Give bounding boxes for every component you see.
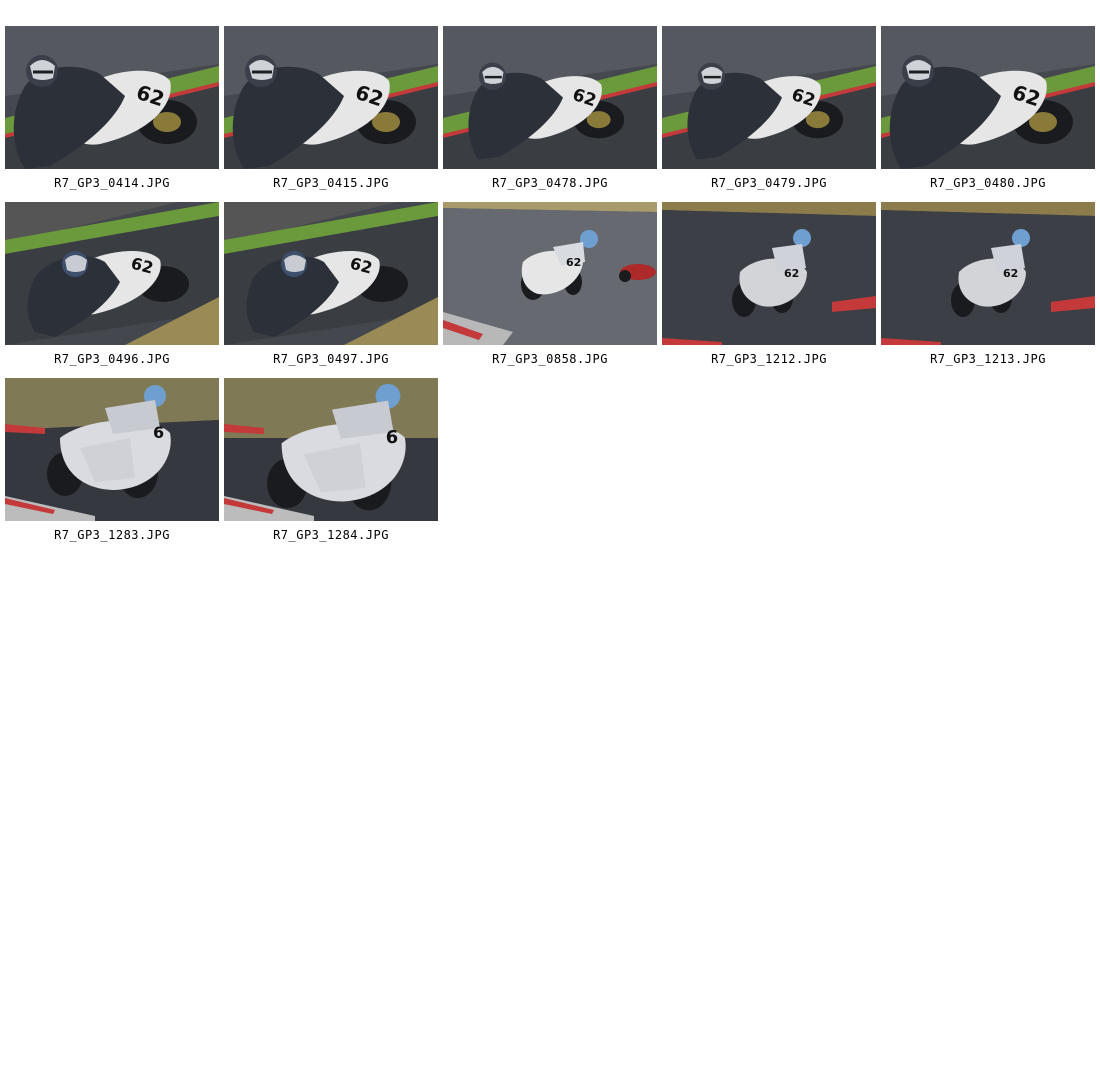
photo-filename: R7_GP3_0497.JPG xyxy=(273,352,389,366)
photo-image: 62 xyxy=(881,26,1095,169)
photo-filename: R7_GP3_1213.JPG xyxy=(930,352,1046,366)
photo-thumbnail[interactable]: 62 xyxy=(224,202,438,345)
photo-thumbnail[interactable]: 62 xyxy=(662,26,876,169)
photo-tile[interactable]: 62 R7_GP3_0496.JPG xyxy=(5,202,219,375)
photo-filename: R7_GP3_1284.JPG xyxy=(273,528,389,542)
photo-image: 62 xyxy=(224,26,438,169)
photo-tile[interactable]: 62 R7_GP3_0480.JPG xyxy=(881,26,1095,199)
photo-thumbnail[interactable]: 62 xyxy=(443,202,657,345)
photo-filename: R7_GP3_0415.JPG xyxy=(273,176,389,190)
photo-image: 6 xyxy=(5,378,219,521)
photo-image: 62 xyxy=(5,26,219,169)
svg-text:6: 6 xyxy=(153,423,164,442)
photo-filename: R7_GP3_1283.JPG xyxy=(54,528,170,542)
photo-image: 62 xyxy=(881,202,1095,345)
photo-tile[interactable]: 62 R7_GP3_0414.JPG xyxy=(5,26,219,199)
photo-thumbnail[interactable]: 62 xyxy=(5,202,219,345)
photo-thumbnail[interactable]: 62 xyxy=(443,26,657,169)
photo-image: 62 xyxy=(443,26,657,169)
photo-image: 62 xyxy=(443,202,657,345)
photo-thumbnail[interactable]: 62 xyxy=(662,202,876,345)
photo-tile[interactable]: 62 R7_GP3_0497.JPG xyxy=(224,202,438,375)
photo-filename: R7_GP3_0858.JPG xyxy=(492,352,608,366)
photo-filename: R7_GP3_0480.JPG xyxy=(930,176,1046,190)
photo-filename: R7_GP3_0479.JPG xyxy=(711,176,827,190)
photo-image: 62 xyxy=(224,202,438,345)
photo-tile[interactable]: 62 R7_GP3_0478.JPG xyxy=(443,26,657,199)
photo-thumbnail[interactable]: 62 xyxy=(881,26,1095,169)
photo-thumbnail[interactable]: 62 xyxy=(881,202,1095,345)
svg-text:62: 62 xyxy=(784,267,799,280)
photo-filename: R7_GP3_0496.JPG xyxy=(54,352,170,366)
svg-text:62: 62 xyxy=(1003,267,1018,280)
photo-filename: R7_GP3_1212.JPG xyxy=(711,352,827,366)
svg-text:6: 6 xyxy=(386,427,398,448)
photo-tile[interactable]: 6 R7_GP3_1283.JPG xyxy=(5,378,219,551)
photo-image: 62 xyxy=(662,202,876,345)
photo-tile[interactable]: 62 R7_GP3_0479.JPG xyxy=(662,26,876,199)
photo-thumbnail[interactable]: 6 xyxy=(5,378,219,521)
photo-tile[interactable]: 62 R7_GP3_1213.JPG xyxy=(881,202,1095,375)
photo-gallery: 62 R7_GP3_0414.JPG 62 R7_GP3_0415.JPG 62… xyxy=(5,26,1100,551)
photo-filename: R7_GP3_0478.JPG xyxy=(492,176,608,190)
photo-tile[interactable]: 62 R7_GP3_1212.JPG xyxy=(662,202,876,375)
photo-image: 62 xyxy=(5,202,219,345)
photo-tile[interactable]: 62 R7_GP3_0415.JPG xyxy=(224,26,438,199)
photo-tile[interactable]: 62 R7_GP3_0858.JPG xyxy=(443,202,657,375)
photo-image: 6 xyxy=(224,378,438,521)
photo-thumbnail[interactable]: 62 xyxy=(5,26,219,169)
photo-thumbnail[interactable]: 62 xyxy=(224,26,438,169)
photo-thumbnail[interactable]: 6 xyxy=(224,378,438,521)
svg-text:62: 62 xyxy=(566,256,581,269)
photo-image: 62 xyxy=(662,26,876,169)
photo-tile[interactable]: 6 R7_GP3_1284.JPG xyxy=(224,378,438,551)
photo-filename: R7_GP3_0414.JPG xyxy=(54,176,170,190)
